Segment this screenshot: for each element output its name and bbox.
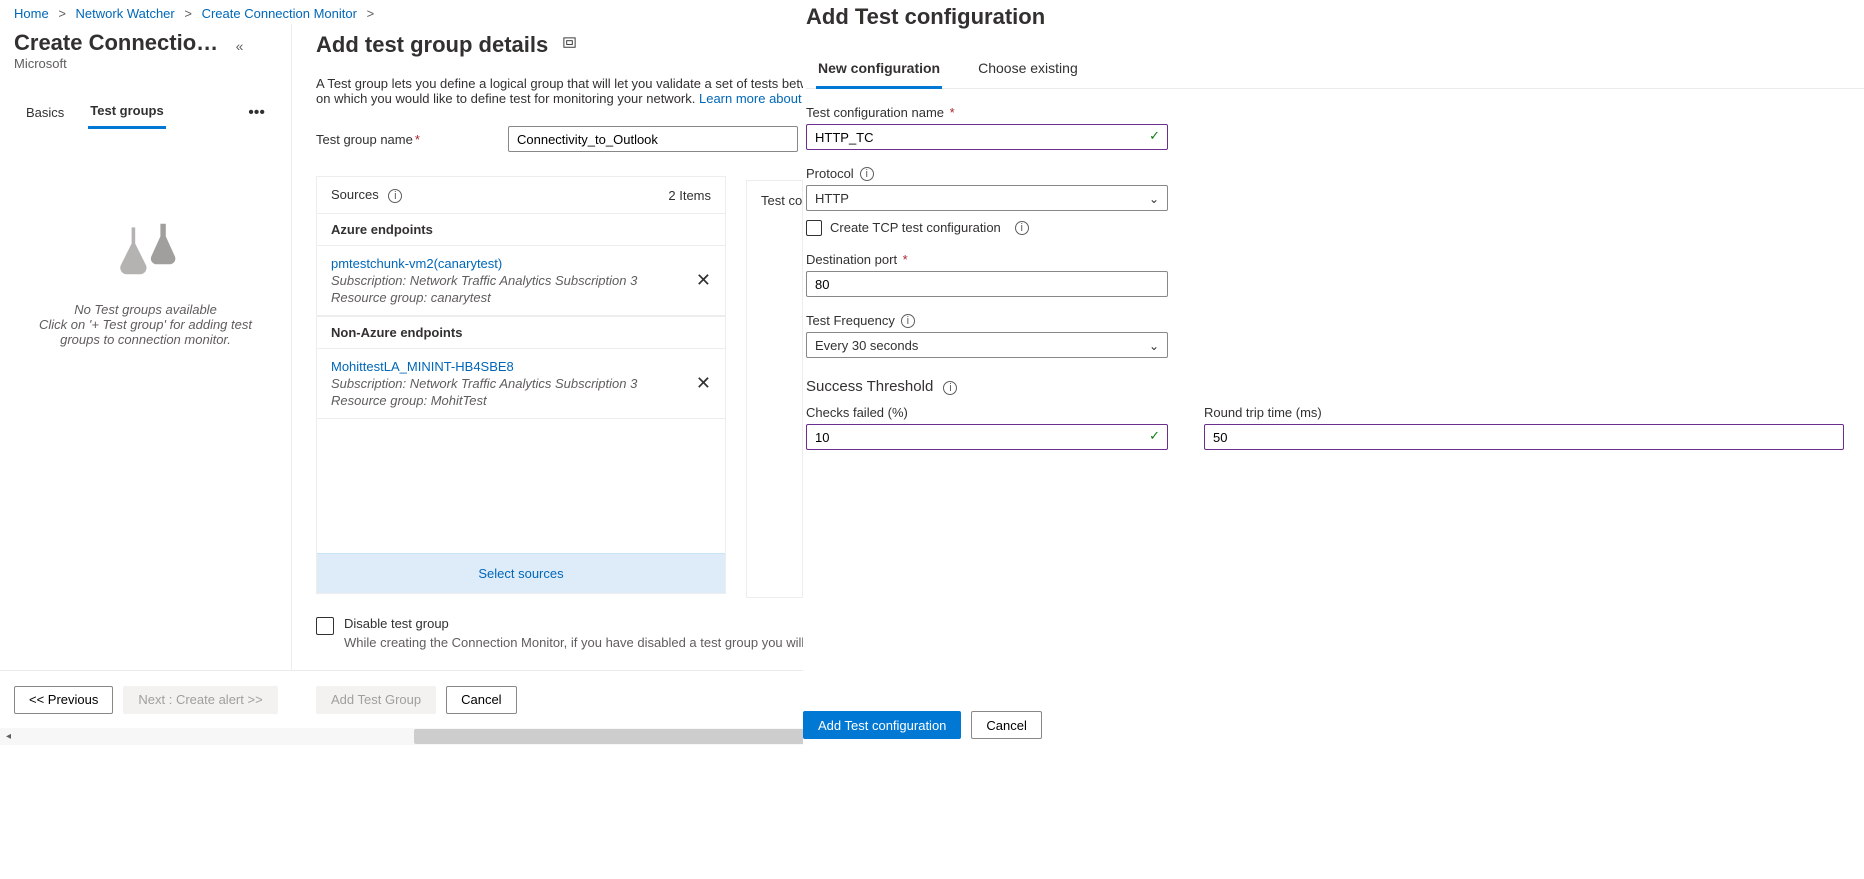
dest-port-input[interactable]	[806, 271, 1168, 297]
config-name-input[interactable]	[806, 124, 1168, 150]
more-menu-icon[interactable]: •••	[248, 104, 265, 122]
desc-text-a: A Test group lets you define a logical g…	[316, 76, 824, 91]
endpoint-sub: Subscription: Network Traffic Analytics …	[331, 376, 696, 391]
endpoint-row: pmtestchunk-vm2(canarytest) Subscription…	[317, 246, 725, 316]
group-name-label-text: Test group name	[316, 132, 413, 147]
empty-line1: No Test groups available	[12, 302, 279, 317]
endpoint-name-link[interactable]: pmtestchunk-vm2(canarytest)	[331, 256, 696, 271]
test-config-box-header: Test con	[746, 180, 803, 598]
remove-endpoint-icon[interactable]: ✕	[696, 373, 711, 394]
chevron-down-icon: ⌄	[1149, 192, 1159, 206]
side-tabbar: New configuration Choose existing	[806, 54, 1864, 89]
chevron-down-icon: ⌄	[1149, 339, 1159, 353]
success-threshold-text: Success Threshold	[806, 378, 933, 395]
previous-button[interactable]: << Previous	[14, 686, 113, 714]
checks-failed-input[interactable]	[806, 424, 1168, 450]
disable-test-group-row: Disable test group While creating the Co…	[316, 616, 803, 650]
middle-description: A Test group lets you define a logical g…	[316, 76, 803, 106]
test-frequency-select[interactable]: Every 30 seconds ⌄	[806, 332, 1168, 358]
page-title: Create Connection…	[12, 24, 232, 56]
info-icon[interactable]: i	[901, 314, 915, 328]
required-star: *	[415, 132, 420, 147]
protocol-select[interactable]: HTTP ⌄	[806, 185, 1168, 211]
protocol-value: HTTP	[815, 191, 849, 206]
protocol-label: Protocol i	[806, 166, 1864, 181]
protocol-label-text: Protocol	[806, 166, 854, 181]
sources-box: Sources i 2 Items Azure endpoints pmtest…	[316, 176, 726, 594]
breadcrumb-sep: >	[184, 6, 192, 21]
test-frequency-label-text: Test Frequency	[806, 313, 895, 328]
sources-count: 2 Items	[668, 188, 711, 203]
breadcrumb-create-monitor[interactable]: Create Connection Monitor	[202, 6, 357, 21]
add-test-group-button[interactable]: Add Test Group	[316, 686, 436, 714]
info-icon[interactable]: i	[1015, 221, 1029, 235]
side-cancel-button[interactable]: Cancel	[971, 711, 1041, 739]
config-name-label-text: Test configuration name	[806, 105, 944, 120]
left-tabbar: Basics Test groups •••	[12, 97, 279, 129]
next-button[interactable]: Next : Create alert >>	[123, 686, 277, 714]
tab-choose-existing[interactable]: Choose existing	[976, 54, 1080, 88]
tab-new-configuration[interactable]: New configuration	[816, 54, 942, 89]
left-pane: Create Connection… « Microsoft Basics Te…	[0, 24, 292, 670]
test-frequency-label: Test Frequency i	[806, 313, 1864, 328]
empty-line3: groups to connection monitor.	[12, 332, 279, 347]
info-icon[interactable]: i	[860, 167, 874, 181]
success-threshold-label: Success Threshold i	[806, 378, 1864, 395]
endpoint-rg: Resource group: canarytest	[331, 290, 696, 305]
endpoint-row: MohittestLA_MININT-HB4SBE8 Subscription:…	[317, 349, 725, 419]
info-icon[interactable]: i	[943, 381, 957, 395]
dest-port-label: Destination port *	[806, 252, 1864, 267]
tab-test-groups[interactable]: Test groups	[88, 97, 165, 129]
sources-header: Sources i	[331, 187, 668, 203]
create-tcp-checkbox[interactable]	[806, 220, 822, 236]
scroll-left-arrow-icon[interactable]: ◂	[0, 728, 17, 745]
middle-bottom-bar: Add Test Group Cancel	[292, 670, 803, 728]
nonazure-endpoints-header: Non-Azure endpoints	[317, 316, 725, 349]
disable-hint: While creating the Connection Monitor, i…	[344, 635, 822, 650]
add-test-configuration-button[interactable]: Add Test configuration	[803, 711, 961, 739]
breadcrumb-home[interactable]: Home	[14, 6, 49, 21]
required-star: *	[946, 105, 955, 120]
checks-failed-label: Checks failed (%)	[806, 405, 1168, 420]
breadcrumb-sep: >	[367, 6, 375, 21]
flask-icon	[12, 219, 279, 282]
group-name-input[interactable]	[508, 126, 798, 152]
valid-check-icon: ✓	[1149, 428, 1160, 444]
breadcrumb-network-watcher[interactable]: Network Watcher	[76, 6, 175, 21]
endpoint-name-link[interactable]: MohittestLA_MININT-HB4SBE8	[331, 359, 696, 374]
rtt-input[interactable]	[1204, 424, 1844, 450]
disable-label: Disable test group	[344, 616, 822, 631]
config-name-label: Test configuration name *	[806, 105, 1864, 120]
select-sources-button[interactable]: Select sources	[317, 553, 725, 593]
breadcrumb-sep: >	[58, 6, 66, 21]
desc-text-b: on which you would like to define test f…	[316, 91, 699, 106]
collapse-toggle-icon[interactable]: «	[236, 38, 244, 54]
info-icon[interactable]: i	[388, 189, 402, 203]
middle-pane: Add test group details A Test group lets…	[292, 24, 803, 734]
middle-title: Add test group details	[316, 32, 548, 58]
tab-basics[interactable]: Basics	[24, 99, 66, 128]
test-frequency-value: Every 30 seconds	[815, 338, 918, 353]
org-label: Microsoft	[12, 56, 279, 71]
sources-header-text: Sources	[331, 187, 379, 202]
side-panel: Add Test configuration New configuration…	[803, 0, 1864, 879]
create-tcp-label: Create TCP test configuration	[830, 220, 1001, 235]
side-bottom-bar: Add Test configuration Cancel	[803, 711, 1864, 739]
cancel-button[interactable]: Cancel	[446, 686, 516, 714]
empty-state: No Test groups available Click on '+ Tes…	[12, 129, 279, 347]
azure-endpoints-header: Azure endpoints	[317, 213, 725, 246]
rtt-label: Round trip time (ms)	[1204, 405, 1844, 420]
side-panel-title: Add Test configuration	[806, 0, 1864, 54]
remove-endpoint-icon[interactable]: ✕	[696, 270, 711, 291]
left-bottom-bar: << Previous Next : Create alert >>	[0, 670, 292, 728]
required-star: *	[899, 252, 908, 267]
endpoint-rg: Resource group: MohitTest	[331, 393, 696, 408]
pin-icon[interactable]	[562, 36, 577, 54]
endpoint-sub: Subscription: Network Traffic Analytics …	[331, 273, 696, 288]
valid-check-icon: ✓	[1149, 128, 1160, 144]
empty-line2: Click on '+ Test group' for adding test	[12, 317, 279, 332]
group-name-label: Test group name*	[316, 132, 508, 147]
disable-checkbox[interactable]	[316, 617, 334, 635]
dest-port-label-text: Destination port	[806, 252, 897, 267]
